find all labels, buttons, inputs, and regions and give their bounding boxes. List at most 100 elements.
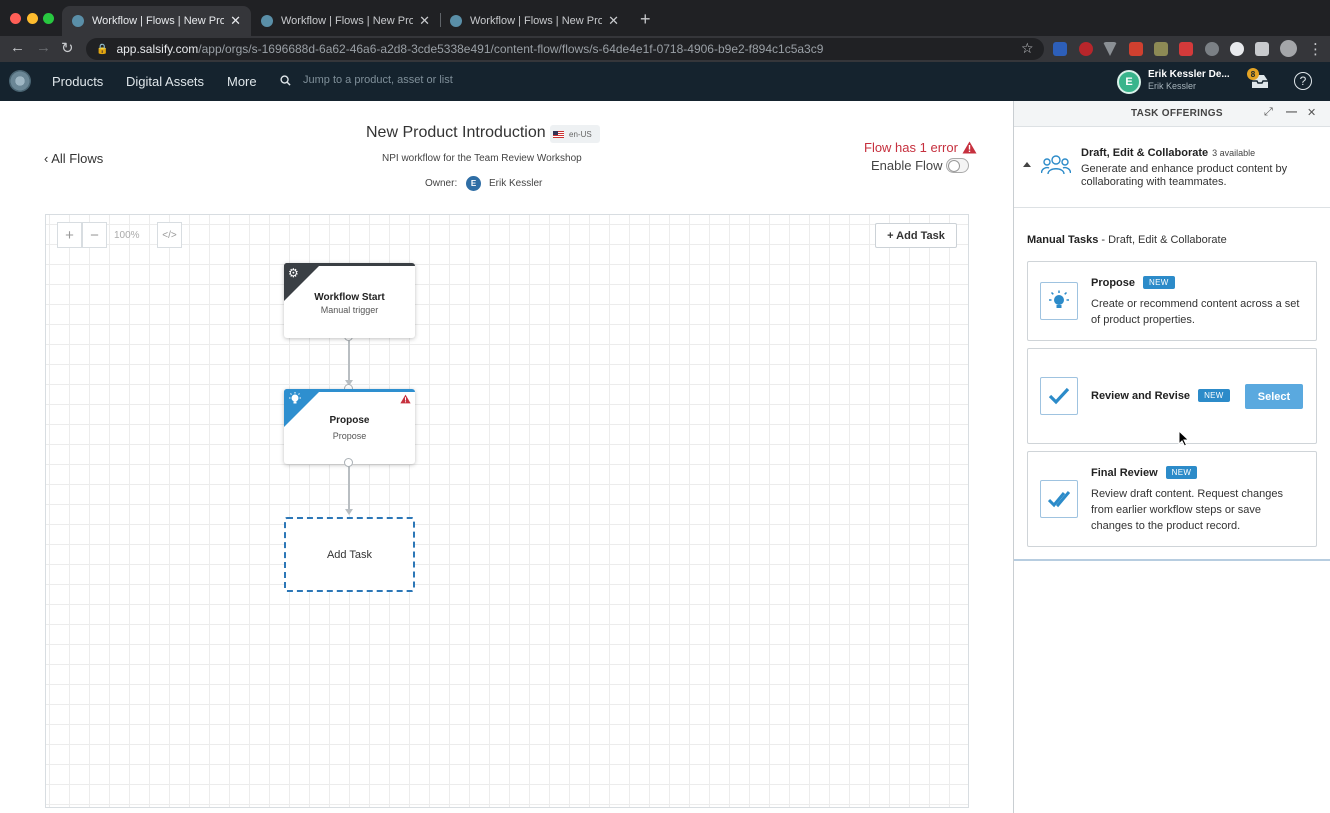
nav-digital-assets[interactable]: Digital Assets — [126, 74, 204, 89]
enable-flow-label: Enable Flow — [871, 158, 943, 173]
reload-icon[interactable]: ↻ — [61, 39, 74, 57]
category-name: Draft, Edit & Collaborate — [1081, 147, 1209, 159]
card-title: Propose NEW — [1091, 276, 1175, 289]
maximize-window-button[interactable] — [43, 13, 54, 24]
extension-icon[interactable] — [1103, 42, 1117, 56]
flow-title[interactable]: New Product Introduction — [366, 124, 546, 142]
new-badge: NEW — [1165, 466, 1198, 479]
zoom-in-button[interactable]: + — [57, 222, 82, 248]
nav-more[interactable]: More — [227, 74, 257, 89]
browser-tab[interactable]: Workflow | Flows | New Product Introduct… — [251, 6, 440, 36]
collapse-caret-icon[interactable] — [1023, 162, 1031, 167]
browser-tab[interactable]: Workflow | Flows | New Product Introduct… — [62, 6, 251, 36]
owner-label: Owner: — [425, 178, 458, 189]
minimize-icon[interactable]: — — [1286, 106, 1297, 118]
connector-handle[interactable] — [344, 458, 353, 467]
bookmark-star-icon[interactable]: ☆ — [1021, 40, 1034, 57]
panel-divider — [1014, 559, 1330, 561]
propose-node[interactable]: Propose Propose — [284, 389, 415, 464]
manual-tasks-category: - Draft, Edit & Collaborate — [1098, 234, 1227, 246]
card-title-text: Review and Revise — [1091, 390, 1191, 402]
extension-icon[interactable] — [1053, 42, 1067, 56]
extension-icon[interactable] — [1154, 42, 1168, 56]
new-tab-button[interactable]: + — [640, 9, 651, 30]
checkmark-icon — [1048, 387, 1070, 405]
card-title-text: Propose — [1091, 277, 1136, 289]
address-bar[interactable]: 🔒 app.salsify.com/app/orgs/s-1696688d-6a… — [86, 38, 1044, 60]
app-header: Products Digital Assets More Jump to a p… — [0, 62, 1330, 101]
flow-description: NPI workflow for the Team Review Worksho… — [382, 153, 582, 164]
connector-arrow — [345, 509, 353, 515]
gear-icon: ⚙ — [288, 266, 299, 280]
close-window-button[interactable] — [10, 13, 21, 24]
task-offerings-panel: TASK OFFERINGS ⤢ — ✕ Draft, Edit & Colla… — [1013, 101, 1330, 813]
mouse-cursor-icon — [1178, 430, 1190, 447]
url-host: app.salsify.com — [116, 42, 199, 56]
card-title: Final Review NEW — [1091, 466, 1198, 479]
category-draft-edit-collaborate[interactable]: Draft, Edit & Collaborate 3 available Gen… — [1014, 128, 1330, 208]
double-checkmark-icon — [1048, 491, 1070, 508]
nav-products[interactable]: Products — [52, 74, 103, 89]
user-avatar[interactable]: E — [1117, 70, 1141, 94]
owner-avatar: E — [466, 176, 481, 191]
warning-icon — [962, 141, 977, 154]
extension-icon[interactable] — [1079, 42, 1093, 56]
forward-arrow-icon[interactable]: → — [36, 39, 51, 56]
category-count: 3 available — [1212, 148, 1256, 158]
node-top-border — [284, 263, 415, 266]
global-search[interactable]: Jump to a product, asset or list — [280, 74, 453, 86]
enable-flow-toggle[interactable] — [946, 158, 969, 173]
browser-menu-icon[interactable]: ⋮ — [1308, 40, 1323, 58]
us-flag-icon — [553, 130, 564, 138]
salsify-favicon-icon — [261, 15, 273, 27]
add-task-button[interactable]: + Add Task — [875, 223, 957, 248]
zoom-level: 100% — [114, 230, 140, 241]
search-placeholder: Jump to a product, asset or list — [303, 74, 453, 86]
back-arrow-icon[interactable]: ← — [10, 39, 25, 56]
browser-tab[interactable]: Workflow | Flows | New Product Introduct… — [440, 6, 629, 36]
card-description: Review draft content. Request changes fr… — [1091, 488, 1284, 532]
expand-icon[interactable]: ⤢ — [1264, 106, 1273, 119]
locale-badge[interactable]: en-US — [550, 125, 600, 143]
zoom-out-button[interactable]: − — [82, 222, 107, 248]
browser-tab-bar: Workflow | Flows | New Product Introduct… — [0, 0, 1330, 36]
node-subtitle: Manual trigger — [320, 305, 379, 315]
flow-error-indicator[interactable]: Flow has 1 error — [864, 140, 977, 155]
manual-tasks-bold: Manual Tasks — [1027, 234, 1099, 246]
user-name[interactable]: Erik Kessler De... — [1148, 69, 1230, 80]
select-button[interactable]: Select — [1245, 384, 1303, 409]
task-card-propose[interactable]: Propose NEW Create or recommend content a… — [1027, 261, 1317, 341]
extension-icon[interactable] — [1230, 42, 1244, 56]
connector-line — [348, 337, 350, 385]
task-card-review-and-revise[interactable]: Review and Revise NEW Select — [1027, 348, 1317, 444]
close-tab-icon[interactable]: ✕ — [230, 13, 241, 29]
close-tab-icon[interactable]: ✕ — [608, 13, 619, 29]
all-flows-link[interactable]: ‹ All Flows — [44, 151, 103, 166]
help-icon[interactable]: ? — [1294, 72, 1312, 90]
close-icon[interactable]: ✕ — [1307, 106, 1316, 119]
profile-avatar-icon[interactable] — [1280, 40, 1297, 57]
puzzle-extensions-icon[interactable] — [1255, 42, 1269, 56]
salsify-logo-icon[interactable] — [9, 70, 31, 92]
panel-header: TASK OFFERINGS ⤢ — ✕ — [1014, 101, 1330, 127]
lock-icon: 🔒 — [96, 43, 109, 55]
new-badge: NEW — [1143, 276, 1175, 289]
code-view-button[interactable]: </> — [157, 222, 182, 248]
extension-icon[interactable] — [1205, 42, 1219, 56]
browser-toolbar: ← → ↻ 🔒 app.salsify.com/app/orgs/s-16966… — [0, 36, 1330, 62]
add-task-node[interactable]: Add Task — [284, 517, 415, 592]
flow-error-text: Flow has 1 error — [864, 140, 958, 155]
node-top-border — [284, 389, 415, 392]
close-tab-icon[interactable]: ✕ — [419, 13, 430, 29]
node-subtitle: Propose — [332, 431, 367, 441]
notification-count-badge: 8 — [1247, 68, 1259, 80]
extension-icon[interactable] — [1129, 42, 1143, 56]
minimize-window-button[interactable] — [27, 13, 38, 24]
task-card-final-review[interactable]: Final Review NEW Review draft content. Re… — [1027, 451, 1317, 547]
salsify-favicon-icon — [450, 15, 462, 27]
user-org: Erik Kessler — [1148, 81, 1197, 91]
team-people-icon — [1041, 155, 1071, 175]
workflow-start-node[interactable]: ⚙ Workflow Start Manual trigger — [284, 263, 415, 338]
extension-icon[interactable] — [1179, 42, 1193, 56]
flow-canvas[interactable] — [45, 214, 969, 808]
